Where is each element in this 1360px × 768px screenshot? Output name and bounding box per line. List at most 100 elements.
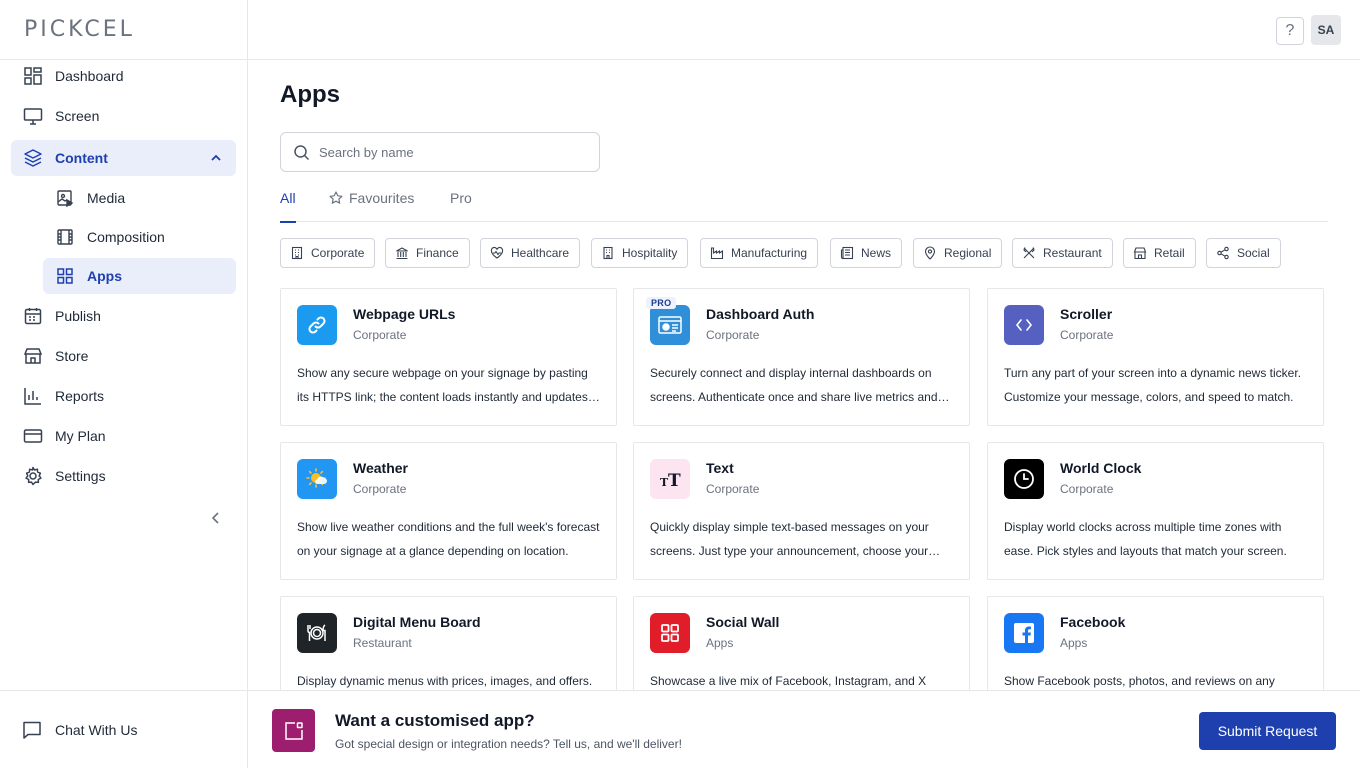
search-box <box>280 132 600 172</box>
chip-healthcare[interactable]: Healthcare <box>480 238 581 268</box>
app-category: Corporate <box>1060 482 1114 496</box>
film-icon <box>57 229 73 245</box>
tab-favourites[interactable]: Favourites <box>329 184 414 222</box>
app-name: Weather <box>353 460 408 476</box>
app-card-facebook[interactable]: Facebook Apps Show Facebook posts, photo… <box>987 596 1324 690</box>
app-description: Show live weather conditions and the ful… <box>297 520 600 558</box>
hotel-icon <box>603 246 613 260</box>
chip-label: Retail <box>1154 246 1185 260</box>
chat-bubble-icon <box>23 721 41 739</box>
chip-label: Hospitality <box>622 246 678 260</box>
sidebar-item-store[interactable]: Store <box>11 338 236 374</box>
app-tabs: All Favourites Pro <box>280 184 1328 223</box>
utensils-crossed-icon <box>1023 247 1035 259</box>
app-card-digital-menu-board[interactable]: Digital Menu Board Restaurant Display dy… <box>280 596 617 690</box>
app-card-weather[interactable]: Weather Corporate Show live weather cond… <box>280 442 617 580</box>
chip-label: Healthcare <box>511 246 570 260</box>
app-category: Apps <box>706 636 734 650</box>
app-description: Showcase a live mix of Facebook, Instagr… <box>650 674 927 688</box>
app-card-scroller[interactable]: Scroller Corporate Turn any part of your… <box>987 288 1324 426</box>
sidebar-item-media[interactable]: Media <box>11 180 236 216</box>
heart-pulse-icon <box>490 246 504 259</box>
bank-icon <box>396 247 408 260</box>
sidebar: PICKCEL Dashboard Screen Content Media C… <box>0 0 248 768</box>
sidebar-item-settings[interactable]: Settings <box>11 458 236 494</box>
monitor-icon <box>23 108 43 125</box>
chat-with-us-button[interactable]: Chat With Us <box>22 719 137 741</box>
user-avatar[interactable]: SA <box>1311 15 1341 45</box>
link-icon <box>297 305 337 345</box>
app-card-social-wall[interactable]: Social Wall Apps Showcase a live mix of … <box>633 596 970 690</box>
app-name: Social Wall <box>706 614 780 630</box>
chip-social[interactable]: Social <box>1206 238 1281 268</box>
sidebar-item-content[interactable]: Content <box>11 140 236 176</box>
sidebar-item-label: Content <box>55 150 108 166</box>
search-icon <box>294 145 310 161</box>
sidebar-item-dashboard[interactable]: Dashboard <box>11 58 236 94</box>
chip-label: Corporate <box>311 246 365 260</box>
gear-icon <box>25 466 42 486</box>
chip-label: Manufacturing <box>731 246 808 260</box>
banner-title: Want a customised app? <box>335 711 535 730</box>
chip-finance[interactable]: Finance <box>385 238 470 268</box>
chevron-up-icon[interactable] <box>208 150 224 166</box>
app-card-world-clock[interactable]: World Clock Corporate Display world cloc… <box>987 442 1324 580</box>
tab-pro[interactable]: Pro <box>450 184 472 222</box>
app-card-text[interactable]: TT Text Corporate Quickly display simple… <box>633 442 970 580</box>
sidebar-item-label: Dashboard <box>55 68 124 84</box>
sidebar-item-reports[interactable]: Reports <box>11 378 236 414</box>
pickcel-logo[interactable]: PICKCEL <box>24 18 135 42</box>
sidebar-item-label: Apps <box>87 268 122 284</box>
app-category: Corporate <box>706 482 760 496</box>
logo-text: PICKCEL <box>24 17 135 42</box>
chip-label: Restaurant <box>1043 246 1102 260</box>
app-card-dashboard-auth[interactable]: PRO Dashboard Auth Corporate Securely co… <box>633 288 970 426</box>
layers-icon <box>24 149 42 167</box>
facebook-icon <box>1004 613 1044 653</box>
calendar-icon <box>24 308 42 325</box>
sidebar-footer: Chat With Us <box>0 690 247 768</box>
chat-with-us-label: Chat With Us <box>55 722 138 738</box>
text-size-icon: TT <box>650 459 690 499</box>
sidebar-item-label: Store <box>55 348 89 364</box>
app-category: Corporate <box>353 328 407 342</box>
app-name: Text <box>706 460 734 476</box>
app-category: Corporate <box>1060 328 1114 342</box>
tab-all[interactable]: All <box>280 184 296 223</box>
app-card-webpage-urls[interactable]: Webpage URLs Corporate Show any secure w… <box>280 288 617 426</box>
app-category: Corporate <box>706 328 760 342</box>
sidebar-item-composition[interactable]: Composition <box>11 219 236 255</box>
chip-label: News <box>861 246 892 260</box>
sidebar-item-label: Settings <box>55 468 106 484</box>
chip-news[interactable]: News <box>830 238 903 268</box>
chip-corporate[interactable]: Corporate <box>280 238 376 268</box>
search-input[interactable] <box>319 141 589 163</box>
collapse-sidebar-chevron-icon[interactable] <box>206 508 226 528</box>
sidebar-item-publish[interactable]: Publish <box>11 298 236 334</box>
chip-regional[interactable]: Regional <box>913 238 1003 268</box>
external-square-icon <box>272 709 315 752</box>
plate-cutlery-icon <box>297 613 337 653</box>
app-description: Turn any part of your screen into a dyna… <box>1004 366 1302 404</box>
app-category: Restaurant <box>353 636 412 650</box>
submit-request-button[interactable]: Submit Request <box>1199 712 1336 750</box>
factory-icon <box>710 247 724 260</box>
sidebar-item-my-plan[interactable]: My Plan <box>11 418 236 454</box>
help-button[interactable]: ? <box>1276 17 1304 45</box>
app-name: Digital Menu Board <box>353 614 481 630</box>
chip-retail[interactable]: Retail <box>1123 238 1196 268</box>
chip-hospitality[interactable]: Hospitality <box>591 238 689 268</box>
app-description: Show Facebook posts, photos, and reviews… <box>1004 674 1275 688</box>
star-icon <box>329 191 343 204</box>
app-description: Show any secure webpage on your signage … <box>297 366 588 404</box>
svg-text:T: T <box>668 471 681 490</box>
sidebar-item-label: Media <box>87 190 126 206</box>
sidebar-item-apps[interactable]: Apps <box>43 258 236 294</box>
chip-restaurant[interactable]: Restaurant <box>1012 238 1113 268</box>
sidebar-item-screen[interactable]: Screen <box>11 98 236 134</box>
sidebar-item-label: Publish <box>55 308 101 324</box>
clock-icon <box>1004 459 1044 499</box>
sidebar-item-label: Composition <box>87 229 165 245</box>
sidebar-item-label: My Plan <box>55 428 106 444</box>
chip-manufacturing[interactable]: Manufacturing <box>700 238 819 268</box>
